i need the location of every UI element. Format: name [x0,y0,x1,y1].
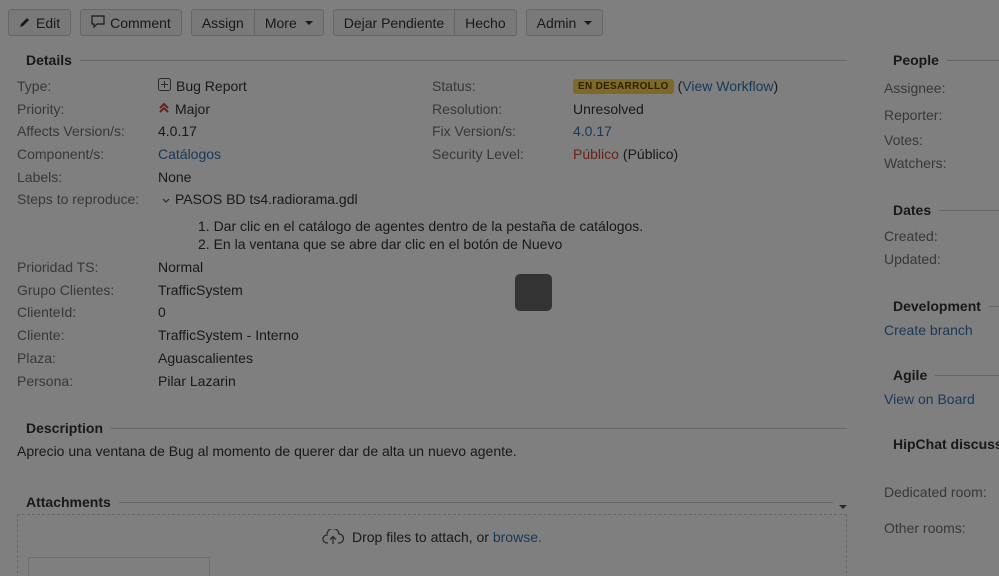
loading-spinner-icon [515,274,552,311]
loading-overlay [0,0,999,576]
